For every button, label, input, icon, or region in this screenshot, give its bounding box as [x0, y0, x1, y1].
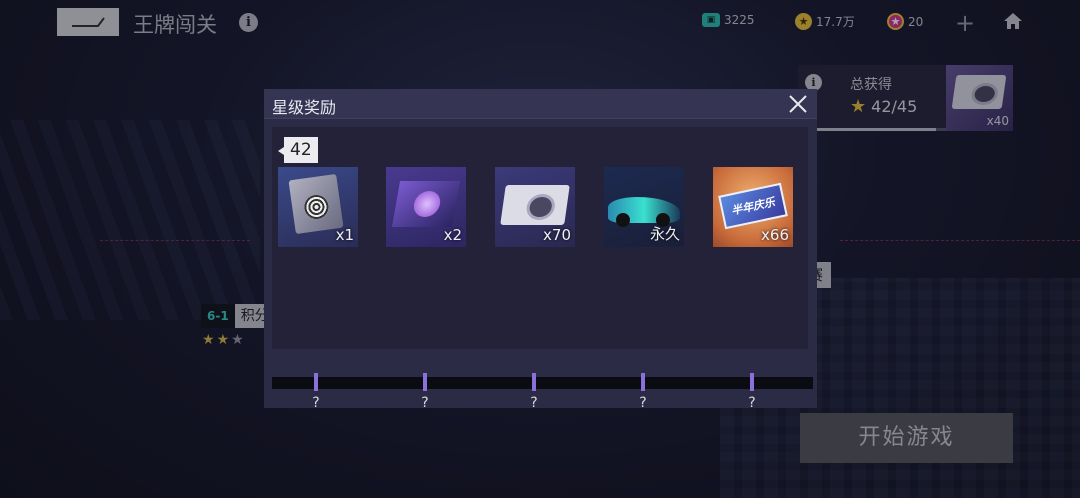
- current-stars-badge: 42: [278, 137, 318, 163]
- milestone-label: ?: [748, 395, 756, 411]
- milestone-tick: [750, 373, 754, 391]
- dialog-title: 星级奖励: [272, 98, 337, 117]
- reward-mystery-box[interactable]: x2: [386, 167, 466, 247]
- reward-race-car[interactable]: 永久: [604, 167, 684, 247]
- dialog-header: 星级奖励: [264, 89, 817, 119]
- milestone-tick: [423, 373, 427, 391]
- race-car-icon: [608, 197, 680, 227]
- milestone-tick: [314, 373, 318, 391]
- card-pack-icon: [500, 185, 570, 225]
- star-reward-dialog: 星级奖励 42 x1 x2 x70 永久 半年庆乐 x66 ?????: [264, 89, 817, 411]
- reward-count: x2: [443, 226, 462, 244]
- reward-gift-pack[interactable]: x1: [278, 167, 358, 247]
- reward-count: 永久: [649, 225, 680, 243]
- reward-count: x1: [335, 226, 354, 244]
- reward-anniversary-logo[interactable]: 半年庆乐 x66: [713, 167, 793, 247]
- star-progress-track: [272, 377, 813, 389]
- reward-card-pack[interactable]: x70: [495, 167, 575, 247]
- milestone-label: ?: [312, 395, 320, 411]
- close-icon[interactable]: [787, 93, 809, 115]
- milestone-label: ?: [639, 395, 647, 411]
- reward-count: x70: [543, 226, 571, 244]
- milestone-tick: [532, 373, 536, 391]
- reward-panel: 42 x1 x2 x70 永久 半年庆乐 x66 ?????: [272, 127, 813, 411]
- anniversary-logo-icon: 半年庆乐: [718, 182, 788, 230]
- milestone-label: ?: [530, 395, 538, 411]
- milestone-label: ?: [421, 395, 429, 411]
- milestone-tick: [641, 373, 645, 391]
- mystery-box-icon: [391, 181, 461, 227]
- reward-count: x66: [761, 226, 789, 244]
